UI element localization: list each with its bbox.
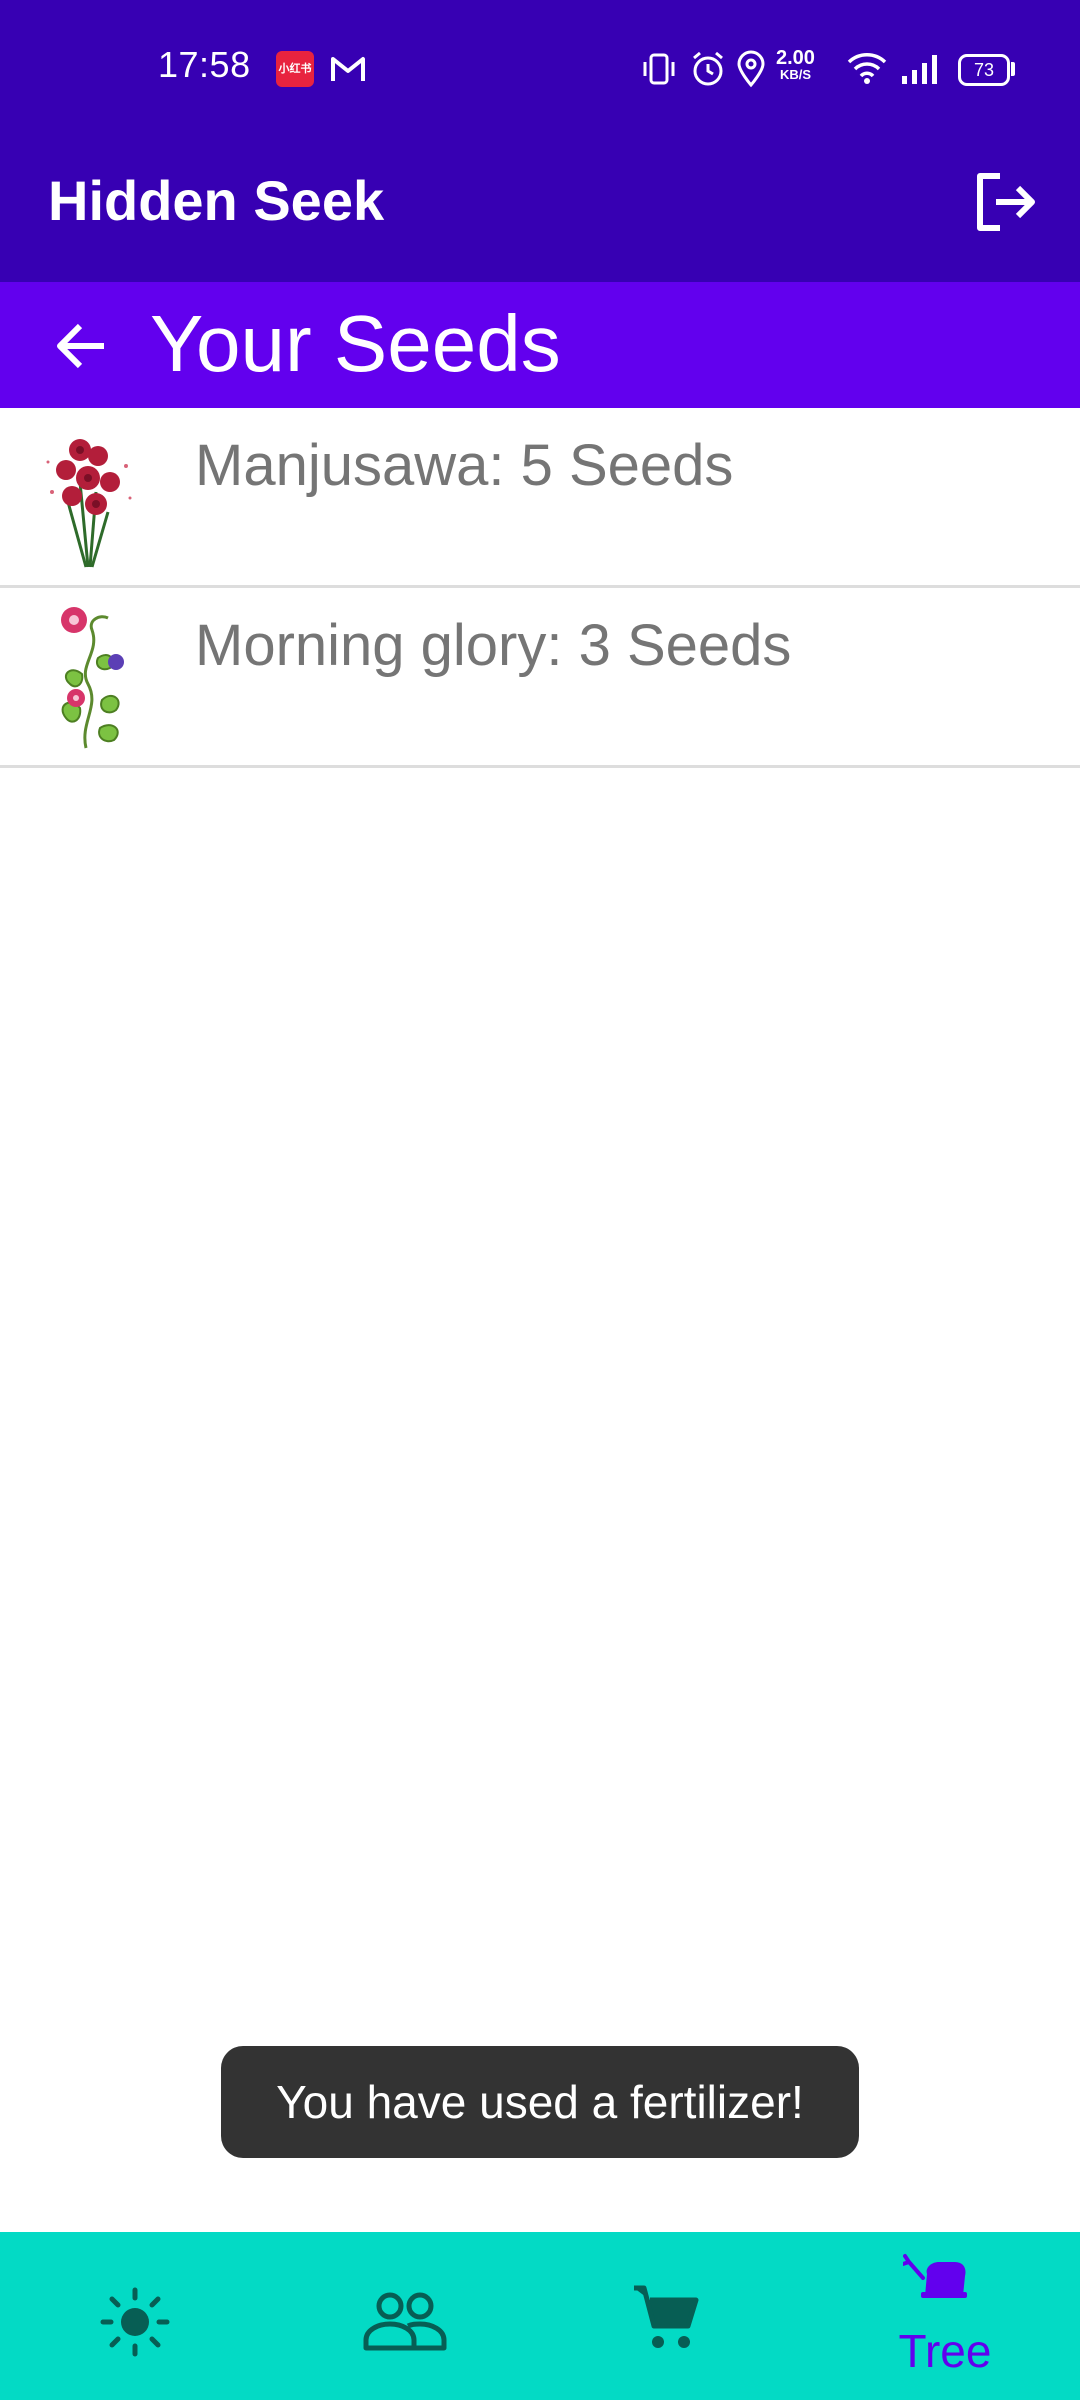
location-icon [737, 50, 765, 88]
tree-icon [903, 2254, 967, 2298]
seed-list: Manjusawa: 5 Seeds Morning glory: 3 Seed… [0, 408, 1080, 768]
app-bar: Hidden Seek [0, 136, 1080, 282]
nav-item-sun[interactable] [0, 2232, 270, 2400]
notification-app-icon: 小红书 [276, 51, 314, 87]
net-speed-unit: KB/S [779, 67, 811, 82]
status-time: 17:58 [158, 44, 251, 85]
battery-icon: 73 [958, 54, 1010, 86]
people-icon [363, 2292, 447, 2351]
alarm-icon [693, 51, 723, 86]
page-title: Your Seeds [150, 299, 561, 388]
nav-label-tree: Tree [898, 2325, 992, 2377]
list-item[interactable]: Morning glory: 3 Seeds [0, 588, 1080, 768]
morning-glory-image [61, 607, 124, 749]
logout-icon[interactable] [970, 166, 1042, 238]
nav-item-people[interactable] [270, 2232, 540, 2400]
bottom-navigation: Tree [0, 2232, 1080, 2400]
status-bar: 17:58 小红书 2.00 KB/S 73 [0, 0, 1080, 136]
app-title: Hidden Seek [48, 169, 385, 232]
net-speed-value: 2.00 [776, 47, 815, 69]
seed-label: Morning glory: 3 Seeds [195, 613, 792, 678]
list-item[interactable]: Manjusawa: 5 Seeds [0, 408, 1080, 588]
nav-item-cart[interactable] [540, 2232, 810, 2400]
sub-header-bar: Your Seeds [0, 282, 1080, 408]
vibrate-icon [643, 53, 675, 85]
network-speed: 2.00 KB/S [776, 48, 815, 81]
gmail-icon [331, 57, 365, 81]
toast-message: You have used a fertilizer! [221, 2046, 859, 2158]
battery-tip [1011, 62, 1015, 76]
signal-icon [902, 55, 937, 84]
arrow-back-icon[interactable] [52, 316, 112, 376]
sun-icon [100, 2287, 170, 2357]
cart-icon [634, 2285, 699, 2348]
seed-label: Manjusawa: 5 Seeds [195, 433, 734, 498]
red-spider-lily-image [46, 439, 132, 568]
wifi-icon [847, 53, 887, 84]
nav-item-tree[interactable]: Tree [810, 2232, 1080, 2400]
